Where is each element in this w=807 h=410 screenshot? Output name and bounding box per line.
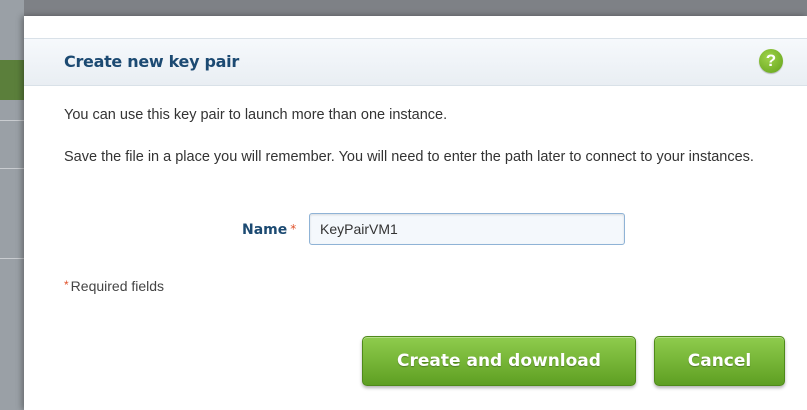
save-instructions-text: Save the file in a place you will rememb… [64, 149, 754, 165]
required-fields-note: * Required fields [64, 278, 164, 294]
question-mark-icon[interactable]: ? [759, 49, 783, 73]
name-label-text: Name [242, 222, 288, 238]
create-key-pair-dialog: Create new key pair ? You can use this k… [24, 16, 807, 410]
name-field-label: Name * [242, 222, 296, 238]
background-divider [0, 258, 24, 259]
background-accent [0, 60, 24, 100]
dialog-title: Create new key pair [64, 52, 239, 71]
background-window [0, 0, 24, 410]
create-and-download-button[interactable]: Create and download [362, 336, 636, 386]
required-marker: * [290, 222, 297, 236]
background-divider [0, 120, 24, 121]
key-pair-name-input[interactable] [309, 213, 625, 245]
description-text: You can use this key pair to launch more… [64, 107, 448, 123]
required-marker: * [64, 278, 69, 292]
background-divider [0, 168, 24, 169]
cancel-button[interactable]: Cancel [654, 336, 785, 386]
dialog-header: Create new key pair ? [24, 38, 807, 86]
required-fields-text: Required fields [70, 278, 165, 294]
